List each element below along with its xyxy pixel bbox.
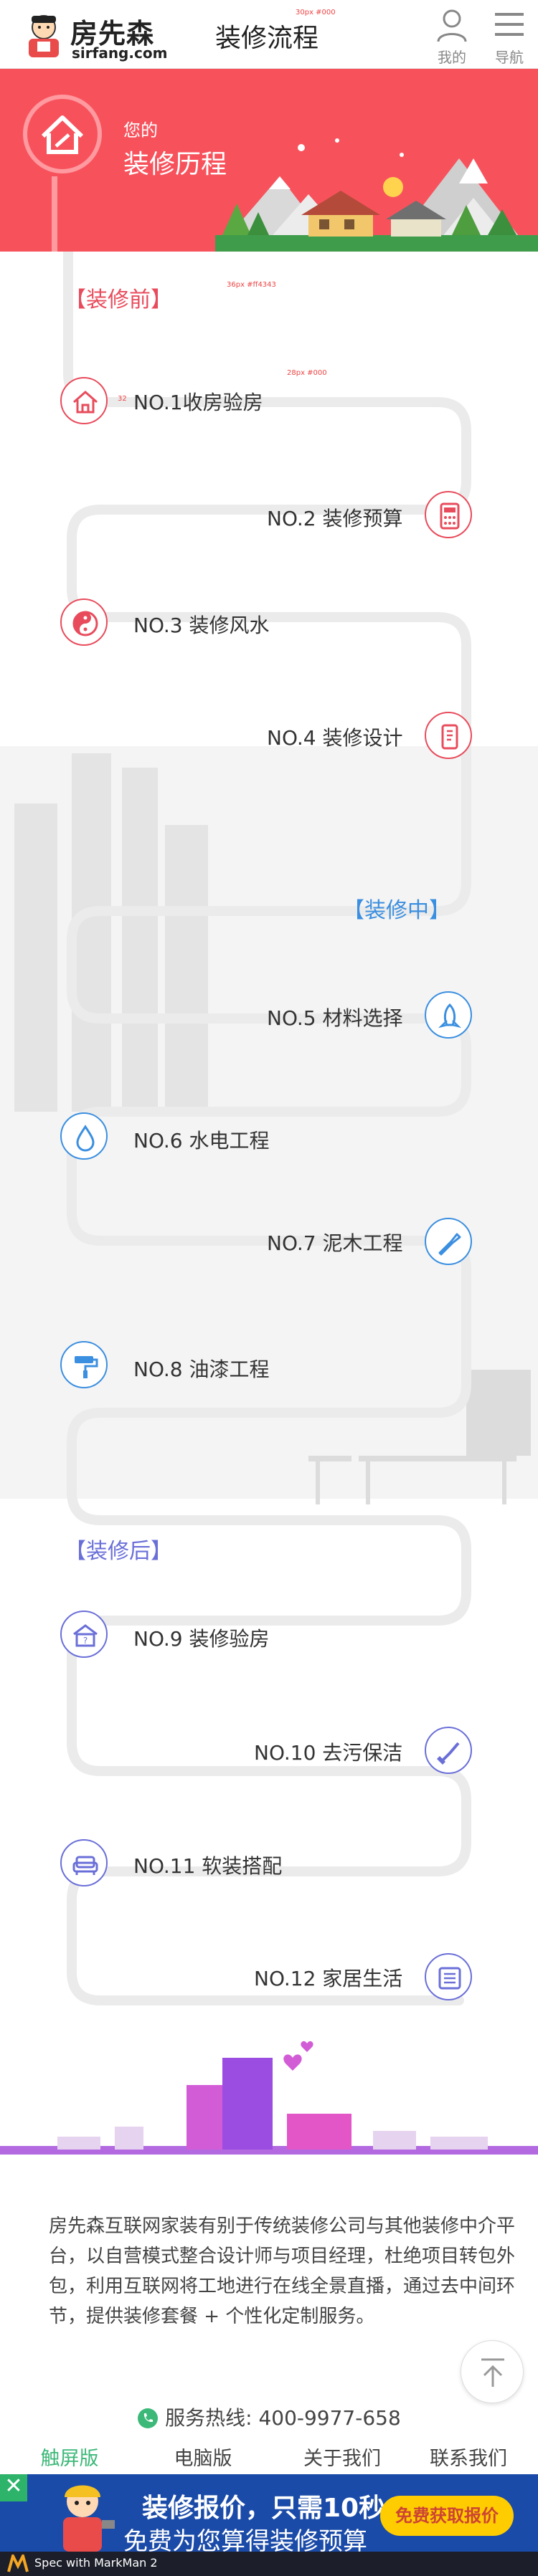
nav-button[interactable]: 导航: [488, 4, 531, 66]
mine-button[interactable]: 我的: [430, 4, 473, 66]
step-1-icon[interactable]: [60, 377, 108, 424]
house-icon: [73, 391, 98, 414]
step-1-label[interactable]: NO.1收房验房: [133, 387, 263, 416]
promo-headline: 装修报价，只需10秒: [142, 2494, 385, 2523]
page-title: 装修流程: [215, 24, 319, 53]
logo-mascot-icon: [29, 15, 59, 57]
step-9-icon[interactable]: ?: [60, 1611, 108, 1658]
step-3-icon[interactable]: [60, 598, 108, 646]
user-icon: [437, 9, 467, 42]
back-to-top-button[interactable]: [461, 2340, 524, 2403]
step-11-label[interactable]: NO.11 软装搭配: [133, 1851, 282, 1879]
spec-annotation: 30px #000: [296, 9, 336, 16]
sofa-icon: [72, 1856, 98, 1875]
svg-text:?: ?: [83, 1636, 88, 1646]
banner-house-badge: [23, 95, 102, 173]
process-timeline: 36px #ff4343 28px #000 32 30px #000 【装修前…: [0, 9, 538, 2172]
water-drop-icon: [76, 1125, 95, 1152]
section-during: 【装修中】: [343, 898, 450, 923]
step-6-label[interactable]: NO.6 水电工程: [133, 1125, 269, 1154]
get-quote-button[interactable]: 免费获取报价: [380, 2496, 514, 2536]
step-11-icon[interactable]: [60, 1839, 108, 1886]
about-section: 房先森互联网家装有别于传统装修公司与其他装修中介平台，以自营模式整合设计师与项目…: [0, 2186, 538, 2365]
markman-logo-icon: [7, 2554, 29, 2572]
trowel-icon: [438, 1233, 461, 1256]
step-7-icon[interactable]: [425, 1218, 472, 1265]
step-2-label[interactable]: NO.2 装修预算: [267, 503, 402, 532]
step-9-label[interactable]: NO.9 装修验房: [133, 1623, 269, 1652]
promo-banner: ✕ 装修报价，只需10秒 免费为您算得装修预算 免费获取报价 Spec with…: [0, 2474, 538, 2576]
spec-annotation: 32: [118, 395, 127, 403]
footer-link-mobile[interactable]: 触屏版: [16, 2443, 123, 2471]
step-4-label[interactable]: NO.4 装修设计: [267, 722, 402, 751]
step-10-icon[interactable]: [425, 1727, 472, 1774]
banner: 您的 装修历程: [0, 69, 538, 252]
yin-yang-icon: [72, 611, 98, 636]
step-12-icon[interactable]: [425, 1953, 472, 2000]
markman-text: Spec with MarkMan 2: [34, 2556, 158, 2570]
step-10-label[interactable]: NO.10 去污保洁: [254, 1737, 402, 1766]
banner-subtitle: 您的: [123, 120, 158, 140]
step-4-icon[interactable]: [425, 712, 472, 759]
phone-icon: [138, 2408, 159, 2428]
spec-annotation: 36px #ff4343: [227, 281, 276, 289]
step-7-label[interactable]: NO.7 泥木工程: [267, 1228, 402, 1256]
rocket-icon: [438, 1003, 462, 1029]
inspection-icon: ?: [73, 1624, 98, 1647]
step-12-label[interactable]: NO.12 家居生活: [254, 1963, 402, 1992]
step-2-icon[interactable]: [425, 491, 472, 538]
cleaning-icon: [437, 1742, 460, 1765]
step-5-label[interactable]: NO.5 材料选择: [267, 1003, 402, 1031]
step-8-label[interactable]: NO.8 油漆工程: [133, 1354, 269, 1383]
home-life-icon: [438, 1967, 461, 1990]
step-5-icon[interactable]: [425, 991, 472, 1039]
design-doc-icon: [441, 724, 458, 750]
top-header: 房先森 sirfang.com 装修流程 我的 导航: [0, 0, 538, 69]
spec-annotation: 28px #000: [287, 369, 327, 377]
paint-roller-icon: [75, 1356, 98, 1378]
house-tools-icon: [41, 115, 84, 154]
footer-link-desktop[interactable]: 电脑版: [149, 2443, 257, 2471]
step-8-icon[interactable]: [60, 1341, 108, 1388]
logo[interactable]: 房先森 sirfang.com: [19, 7, 169, 65]
menu-icon: [495, 13, 524, 36]
footer-link-about[interactable]: 关于我们: [288, 2443, 396, 2471]
footer-link-contact[interactable]: 联系我们: [415, 2443, 522, 2471]
logo-domain: sirfang.com: [72, 44, 168, 62]
worker-mascot-icon: [63, 2485, 115, 2552]
banner-title: 装修历程: [123, 150, 227, 179]
calculator-icon: [440, 502, 460, 530]
promo-close-button[interactable]: ✕: [0, 2474, 27, 2501]
nav-label: 导航: [495, 49, 524, 66]
markman-watermark: Spec with MarkMan 2: [0, 2552, 538, 2576]
hotline[interactable]: 服务热线: 400-9977-658: [0, 2403, 538, 2438]
step-3-label[interactable]: NO.3 装修风水: [133, 610, 269, 639]
about-text: 房先森互联网家装有别于传统装修公司与其他装修中介平台，以自营模式整合设计师与项目…: [49, 2215, 516, 2327]
footer-nav: 触屏版 电脑版 关于我们 联系我们: [0, 2440, 538, 2476]
arrow-up-icon: [481, 2358, 504, 2387]
section-after: 【装修后】: [65, 1539, 172, 1564]
step-6-icon[interactable]: [60, 1112, 108, 1160]
section-before: 【装修前】: [65, 287, 172, 313]
mine-label: 我的: [438, 49, 466, 66]
hotline-text: 服务热线: 400-9977-658: [165, 2406, 401, 2430]
